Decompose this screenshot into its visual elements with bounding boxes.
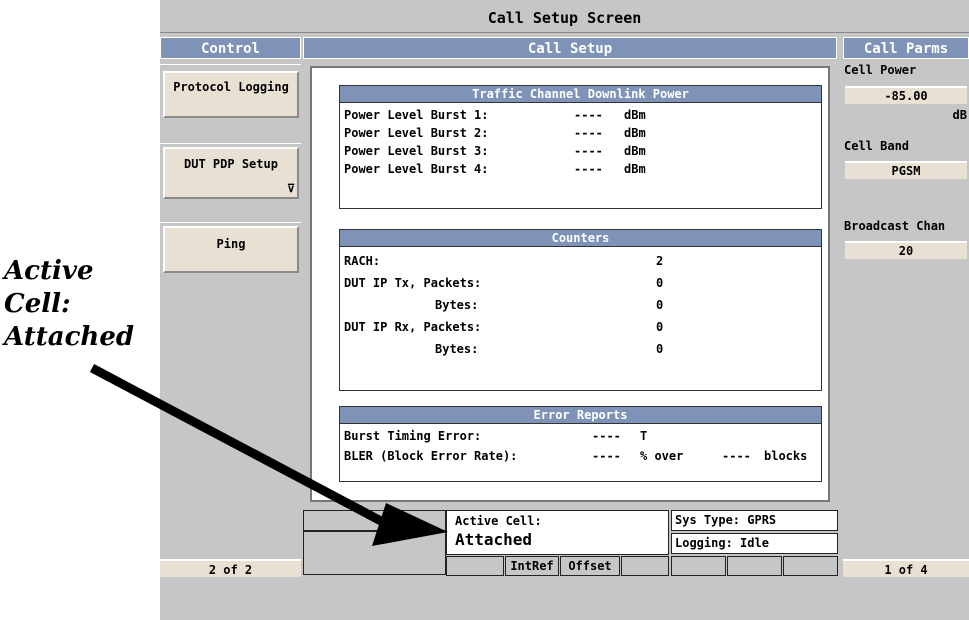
cell-band-value[interactable]: PGSM (845, 161, 967, 179)
control-column: Protocol Logging DUT PDP Setup ⊽ Ping (160, 59, 301, 580)
power-burst-3-row: Power Level Burst 3: ---- dBm (340, 142, 821, 160)
status-slot-2 (303, 531, 446, 575)
bler-blocks-unit: blocks (764, 449, 808, 463)
burst-timing-unit: T (640, 429, 648, 443)
indicator-slot (727, 556, 782, 576)
power-burst-1-value: ---- (574, 108, 603, 122)
rx-packets-label: DUT IP Rx, Packets: (344, 320, 482, 334)
power-burst-3-value: ---- (574, 144, 603, 158)
indicator-slot (671, 556, 726, 576)
bler-blocks-value: ---- (722, 449, 751, 463)
indicator-slot (446, 556, 504, 576)
tx-bytes-row: Bytes: 0 (340, 296, 821, 318)
rx-bytes-value: 0 (656, 342, 664, 356)
burst-timing-row: Burst Timing Error: ---- T (340, 427, 821, 447)
power-burst-2-label: Power Level Burst 2: (344, 126, 489, 140)
rach-label: RACH: (344, 254, 381, 268)
control-page-indicator: 2 of 2 (160, 559, 301, 577)
broadcast-chan-label: Broadcast Chan (844, 219, 946, 233)
rx-bytes-row: Bytes: 0 (340, 340, 821, 362)
power-burst-4-label: Power Level Burst 4: (344, 162, 489, 176)
rx-packets-value: 0 (656, 320, 664, 334)
divider (160, 143, 301, 144)
power-burst-2-row: Power Level Burst 2: ---- dBm (340, 124, 821, 142)
active-cell-state: Attached (455, 530, 533, 549)
call-setup-area: Traffic Channel Downlink Power Power Lev… (303, 59, 837, 505)
call-parms-header: Call Parms (843, 37, 969, 59)
annotation-line-2: Cell: (4, 289, 71, 319)
tx-packets-row: DUT IP Tx, Packets: 0 (340, 274, 821, 296)
tx-packets-value: 0 (656, 276, 664, 290)
divider (160, 222, 301, 223)
cell-power-unit: dB (952, 108, 967, 122)
power-burst-1-label: Power Level Burst 1: (344, 108, 489, 122)
sys-type-box: Sys Type: GPRS (671, 510, 838, 531)
error-reports-title: Error Reports (340, 407, 821, 424)
tx-bytes-value: 0 (656, 298, 664, 312)
power-burst-4-unit: dBm (624, 162, 646, 176)
tx-bytes-label: Bytes: (435, 298, 479, 312)
power-burst-2-value: ---- (574, 126, 603, 140)
power-burst-1-unit: dBm (624, 108, 646, 122)
screen-title: Call Setup Screen (160, 0, 969, 33)
divider (160, 64, 301, 65)
dut-pdp-setup-label: DUT PDP Setup (184, 157, 278, 171)
logging-box: Logging: Idle (671, 533, 838, 554)
call-setup-header: Call Setup (303, 37, 837, 59)
protocol-logging-button[interactable]: Protocol Logging (163, 71, 299, 118)
power-burst-4-row: Power Level Burst 4: ---- dBm (340, 160, 821, 178)
logging-text: Logging: Idle (675, 536, 769, 550)
error-reports-group: Error Reports Burst Timing Error: ---- T… (339, 406, 822, 482)
bler-row: BLER (Block Error Rate): ---- % over ---… (340, 447, 821, 467)
dut-pdp-setup-button[interactable]: DUT PDP Setup ⊽ (163, 147, 299, 199)
call-setup-panel: Traffic Channel Downlink Power Power Lev… (310, 66, 830, 502)
power-burst-3-label: Power Level Burst 3: (344, 144, 489, 158)
rx-bytes-label: Bytes: (435, 342, 479, 356)
burst-timing-label: Burst Timing Error: (344, 429, 482, 443)
submenu-arrow-icon: ⊽ (286, 182, 295, 195)
bler-label: BLER (Block Error Rate): (344, 449, 518, 463)
rach-value: 2 (656, 254, 664, 268)
ping-button[interactable]: Ping (163, 226, 299, 273)
power-burst-3-unit: dBm (624, 144, 646, 158)
indicator-slot (783, 556, 838, 576)
intref-indicator: IntRef (505, 556, 559, 576)
counters-title: Counters (340, 230, 821, 247)
power-burst-2-unit: dBm (624, 126, 646, 140)
active-cell-box: Active Cell: Attached (446, 510, 669, 555)
status-slot-1 (303, 510, 446, 531)
rx-packets-row: DUT IP Rx, Packets: 0 (340, 318, 821, 340)
protocol-logging-label: Protocol Logging (173, 80, 289, 94)
call-parms-page-indicator: 1 of 4 (843, 559, 969, 577)
indicator-slot (621, 556, 669, 576)
ping-label: Ping (216, 237, 246, 251)
active-cell-label: Active Cell: (455, 514, 542, 528)
cell-band-label: Cell Band (844, 139, 910, 153)
control-header: Control (160, 37, 301, 59)
bler-value: ---- (592, 449, 621, 463)
burst-timing-value: ---- (592, 429, 621, 443)
instrument-screen: Call Setup Screen Control Call Setup Cal… (160, 0, 969, 620)
cell-power-value[interactable]: -85.00 (845, 86, 967, 104)
sys-type-text: Sys Type: GPRS (675, 513, 777, 527)
cell-power-label: Cell Power (844, 63, 917, 77)
traffic-downlink-power-title: Traffic Channel Downlink Power (340, 86, 821, 103)
call-parms-column: Cell Power -85.00 dB Cell Band PGSM Broa… (843, 59, 969, 559)
broadcast-chan-value[interactable]: 20 (845, 241, 967, 259)
annotation-label: Active Cell: Attached (4, 255, 154, 354)
counters-group: Counters RACH: 2 DUT IP Tx, Packets: 0 B… (339, 229, 822, 391)
bler-unit: % over (640, 449, 684, 463)
tx-packets-label: DUT IP Tx, Packets: (344, 276, 482, 290)
traffic-downlink-power-group: Traffic Channel Downlink Power Power Lev… (339, 85, 822, 209)
annotation-line-1: Active (4, 256, 94, 286)
annotation-line-3: Attached (4, 322, 135, 352)
power-burst-4-value: ---- (574, 162, 603, 176)
power-burst-1-row: Power Level Burst 1: ---- dBm (340, 106, 821, 124)
offset-indicator: Offset (560, 556, 620, 576)
rach-row: RACH: 2 (340, 252, 821, 274)
